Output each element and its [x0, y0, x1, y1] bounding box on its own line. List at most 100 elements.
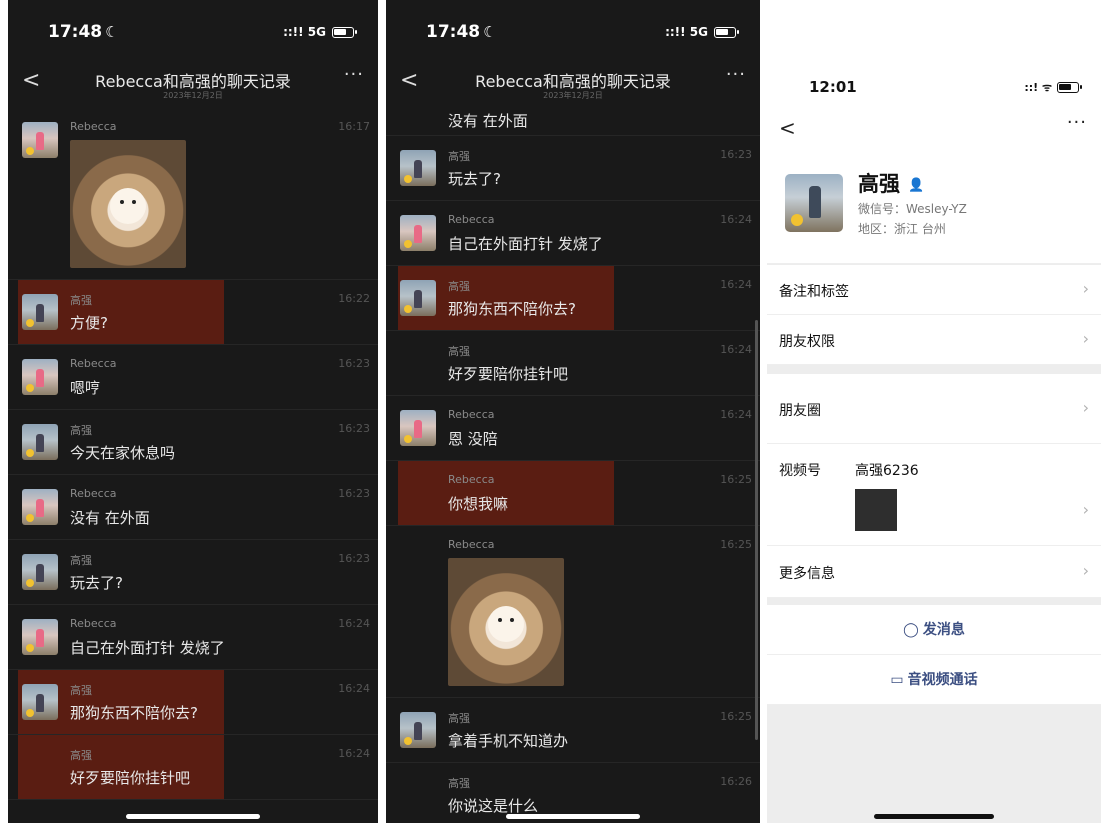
home-indicator: [126, 814, 260, 819]
status-bar: 12:01 ::! ᯤ: [767, 0, 1101, 104]
message-text: 没有 在外面: [70, 509, 150, 527]
chat-nav-bar: < Rebecca和高强的聊天记录 2023年12月2日 ···: [386, 62, 760, 108]
send-message-button[interactable]: ◯ 发消息: [767, 605, 1101, 655]
signal-icon: ::! ᯤ: [1024, 81, 1052, 94]
message-time: 16:23: [338, 357, 370, 370]
message-time: 16:23: [338, 552, 370, 565]
chat-message[interactable]: Rebecca 16:24 自己在外面打针 发烧了: [386, 201, 760, 266]
sender-name: 高强: [70, 294, 92, 307]
home-indicator: [506, 814, 640, 819]
person-icon: 👤: [908, 177, 925, 193]
sender-name: 高强: [448, 150, 470, 163]
message-time: 16:23: [338, 422, 370, 435]
avatar[interactable]: [400, 712, 436, 748]
region: 地区：浙江 台州: [858, 222, 946, 236]
message-text: 那狗东西不陪你去?: [70, 704, 198, 722]
message-text: 你想我嘛: [448, 495, 509, 513]
avatar[interactable]: [22, 122, 58, 158]
battery-icon: [1057, 82, 1082, 93]
avatar[interactable]: [400, 280, 436, 316]
home-indicator: [874, 814, 994, 819]
chat-date: 2023年12月2日: [543, 91, 603, 100]
more-options-icon[interactable]: ···: [1067, 112, 1087, 133]
chat-message[interactable]: 高强 16:24 那狗东西不陪你去?: [8, 670, 378, 735]
chat-message[interactable]: 高强 16:23 玩去了?: [8, 540, 378, 605]
chat-history-panel-right: 17:48 ☾ ::!! 5G < Rebecca和高强的聊天记录 2023年12…: [386, 0, 760, 823]
avatar[interactable]: [22, 359, 58, 395]
row-permissions[interactable]: 朋友权限 ›: [767, 315, 1101, 365]
signal-indicator: ::!! 5G: [665, 25, 708, 39]
sender-name: 高强: [70, 684, 92, 697]
chat-message[interactable]: 高强 16:24 那狗东西不陪你去?: [386, 266, 760, 331]
chat-message[interactable]: Rebecca 16:25 你想我嘛: [386, 461, 760, 526]
row-channels[interactable]: 视频号 高强6236 ›: [767, 444, 1101, 546]
avatar[interactable]: [400, 215, 436, 251]
message-list[interactable]: Rebecca 16:17 高强 16:22 方便? Rebecca 16:23 嗯哼 高强 16…: [8, 108, 378, 823]
avatar[interactable]: [400, 410, 436, 446]
message-text: 自己在外面打针 发烧了: [70, 639, 225, 657]
channels-thumbnail[interactable]: [855, 489, 897, 531]
message-text: 今天在家休息吗: [70, 444, 176, 462]
status-right: ::! ᯤ: [1024, 80, 1082, 95]
avatar[interactable]: [22, 684, 58, 720]
chat-message[interactable]: Rebecca 16:23 没有 在外面: [8, 475, 378, 540]
sender-name: Rebecca: [70, 617, 117, 630]
message-text: 好歹要陪你挂针吧: [448, 365, 569, 383]
sender-name: 高强: [70, 554, 92, 567]
avatar[interactable]: [400, 150, 436, 186]
chat-message[interactable]: Rebecca 16:23 嗯哼: [8, 345, 378, 410]
sender-name: Rebecca: [448, 538, 495, 551]
avatar[interactable]: [22, 489, 58, 525]
sender-name: 高强: [448, 777, 470, 790]
message-time: 16:25: [720, 473, 752, 486]
message-text: 玩去了?: [448, 170, 501, 188]
row-remarks[interactable]: 备注和标签 ›: [767, 265, 1101, 315]
chat-message[interactable]: Rebecca 16:17: [8, 108, 378, 280]
battery-icon: [332, 26, 357, 38]
row-more-info[interactable]: 更多信息 ›: [767, 546, 1101, 598]
sender-name: Rebecca: [448, 408, 495, 421]
video-call-button[interactable]: ▭ 音视频通话: [767, 655, 1101, 705]
scrollbar[interactable]: [755, 320, 758, 740]
message-time: 16:26: [720, 775, 752, 788]
dog-photo[interactable]: [448, 558, 564, 686]
avatar[interactable]: [22, 554, 58, 590]
chat-message[interactable]: 高强 16:22 方便?: [8, 280, 378, 345]
message-text: 没有 在外面: [448, 112, 528, 130]
chat-message[interactable]: 高强 16:24 好歹要陪你挂针吧: [386, 331, 760, 396]
chevron-right-icon: ›: [1082, 500, 1089, 519]
avatar[interactable]: [22, 294, 58, 330]
message-time: 16:24: [720, 278, 752, 291]
message-time: 16:23: [720, 148, 752, 161]
avatar[interactable]: [22, 619, 58, 655]
avatar[interactable]: [22, 424, 58, 460]
message-text: 拿着手机不知道办: [448, 732, 569, 750]
sender-name: Rebecca: [70, 357, 117, 370]
chat-message[interactable]: 高强 16:25 拿着手机不知道办: [386, 698, 760, 763]
chat-message[interactable]: Rebecca 16:24 自己在外面打针 发烧了: [8, 605, 378, 670]
chat-title: Rebecca和高强的聊天记录: [475, 72, 671, 91]
message-time: 16:22: [338, 292, 370, 305]
message-time: 16:24: [720, 408, 752, 421]
message-text: 方便?: [70, 314, 108, 332]
dog-photo[interactable]: [70, 140, 186, 268]
chat-message[interactable]: 没有 在外面: [386, 108, 760, 136]
sender-name: Rebecca: [70, 487, 117, 500]
message-time: 16:25: [720, 710, 752, 723]
back-chevron-icon[interactable]: <: [779, 116, 796, 140]
more-options-icon[interactable]: ···: [726, 64, 746, 85]
chat-message[interactable]: Rebecca 16:25: [386, 526, 760, 698]
chat-message[interactable]: 高强 16:24 好歹要陪你挂针吧: [8, 735, 378, 800]
message-list[interactable]: 没有 在外面高强 16:23 玩去了? Rebecca 16:24 自己在外面打针 发烧了…: [386, 108, 760, 823]
status-right: ::!! 5G: [283, 25, 357, 39]
message-time: 16:25: [720, 538, 752, 551]
chat-message[interactable]: 高强 16:23 今天在家休息吗: [8, 410, 378, 475]
chat-message[interactable]: Rebecca 16:24 恩 没陪: [386, 396, 760, 461]
row-moments[interactable]: 朋友圈 ›: [767, 374, 1101, 444]
more-options-icon[interactable]: ···: [344, 64, 364, 85]
avatar[interactable]: [785, 174, 843, 232]
status-bar: 17:48 ☾ ::!! 5G: [386, 0, 760, 62]
sender-name: 高强: [448, 280, 470, 293]
chat-message[interactable]: 高强 16:23 玩去了?: [386, 136, 760, 201]
message-time: 16:17: [338, 120, 370, 133]
